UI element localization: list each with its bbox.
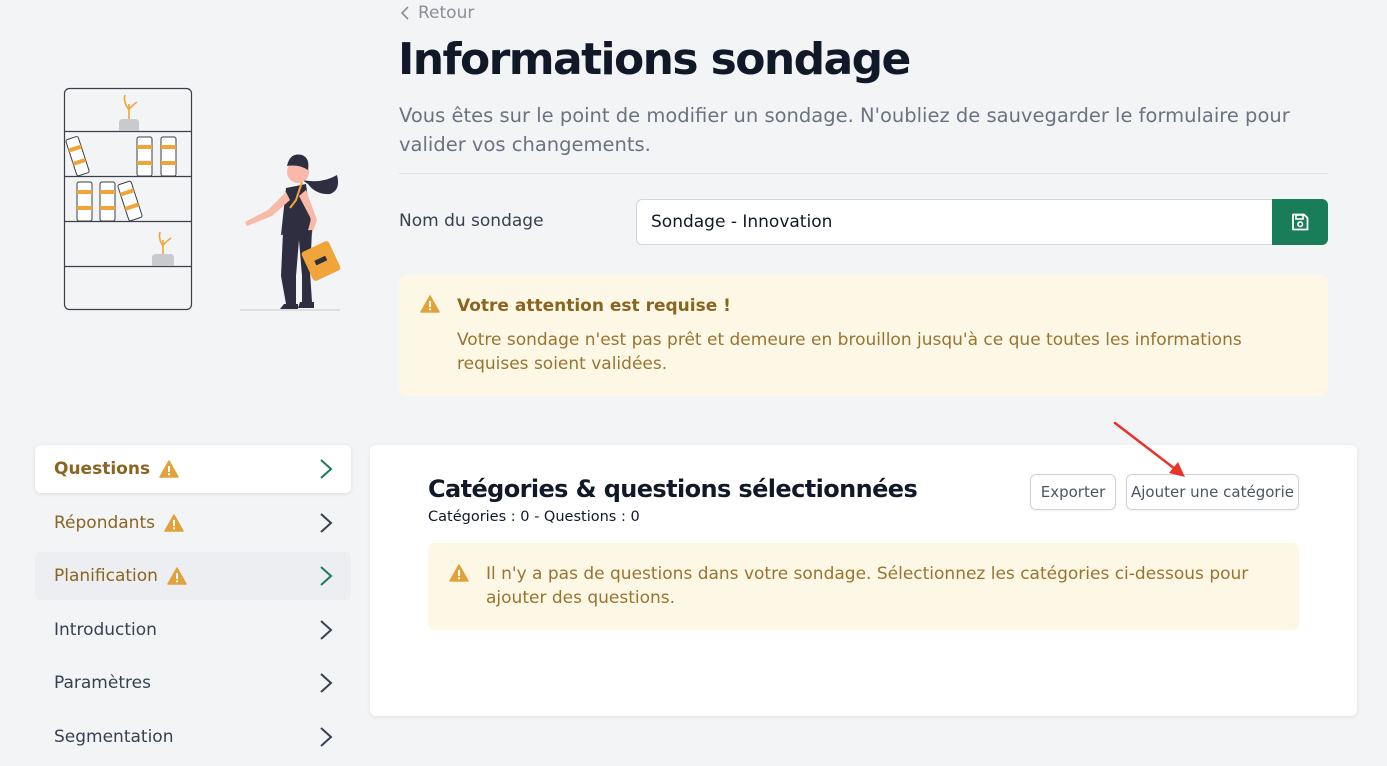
- nav-item-label: Segmentation: [54, 726, 174, 747]
- alert-body: Il n'y a pas de questions dans votre son…: [486, 564, 1249, 608]
- survey-name-label: Nom du sondage: [399, 211, 544, 231]
- section-nav: Questions Répondants Planification Intro…: [35, 445, 351, 766]
- survey-name-input[interactable]: [636, 199, 1273, 245]
- save-icon: [1290, 212, 1310, 232]
- categories-card: Catégories & questions sélectionnées Cat…: [370, 445, 1357, 716]
- nav-item-label: Paramètres: [54, 673, 151, 694]
- chevron-right-icon: [319, 619, 333, 646]
- nav-item-label: Planification: [54, 566, 158, 587]
- card-title: Catégories & questions sélectionnées: [428, 475, 918, 503]
- nav-item-settings[interactable]: Paramètres: [35, 659, 351, 707]
- alert-body: Votre sondage n'est pas prêt et demeure …: [457, 330, 1242, 374]
- warning-triangle-icon: [167, 567, 187, 585]
- chevron-right-icon: [319, 458, 333, 485]
- page-title: Informations sondage: [398, 34, 911, 85]
- back-link[interactable]: Retour: [400, 3, 474, 23]
- warning-triangle-icon: [159, 460, 179, 478]
- save-button[interactable]: [1272, 199, 1328, 245]
- category-question-counts: Catégories : 0 - Questions : 0: [428, 509, 640, 525]
- header-divider: [399, 173, 1328, 174]
- chevron-right-icon: [319, 726, 333, 753]
- page-description: Vous êtes sur le point de modifier un so…: [399, 104, 1290, 156]
- nav-item-segmentation[interactable]: Segmentation: [35, 713, 351, 761]
- chevron-left-icon: [400, 6, 412, 20]
- chevron-right-icon: [319, 672, 333, 699]
- back-label: Retour: [418, 3, 475, 23]
- nav-item-planning[interactable]: Planification: [35, 552, 351, 601]
- warning-triangle-icon: [420, 295, 440, 317]
- alert-title: Votre attention est requise !: [457, 296, 731, 316]
- no-questions-alert: Il n'y a pas de questions dans votre son…: [428, 543, 1299, 630]
- chevron-right-icon: [319, 512, 333, 539]
- export-button[interactable]: Exporter: [1030, 474, 1116, 510]
- warning-triangle-icon: [449, 564, 469, 586]
- nav-item-introduction[interactable]: Introduction: [35, 606, 351, 654]
- nav-item-label: Introduction: [54, 619, 157, 640]
- shelf-person-illustration: [63, 87, 341, 311]
- warning-triangle-icon: [164, 513, 184, 532]
- nav-item-label: Répondants: [54, 512, 155, 533]
- nav-item-respondents[interactable]: Répondants: [35, 499, 351, 547]
- attention-alert: Votre attention est requise ! Votre sond…: [399, 275, 1328, 396]
- nav-item-questions[interactable]: Questions: [35, 445, 351, 493]
- chevron-right-icon: [319, 565, 333, 592]
- nav-item-label: Questions: [54, 459, 151, 479]
- annotation-arrow: [1113, 421, 1185, 477]
